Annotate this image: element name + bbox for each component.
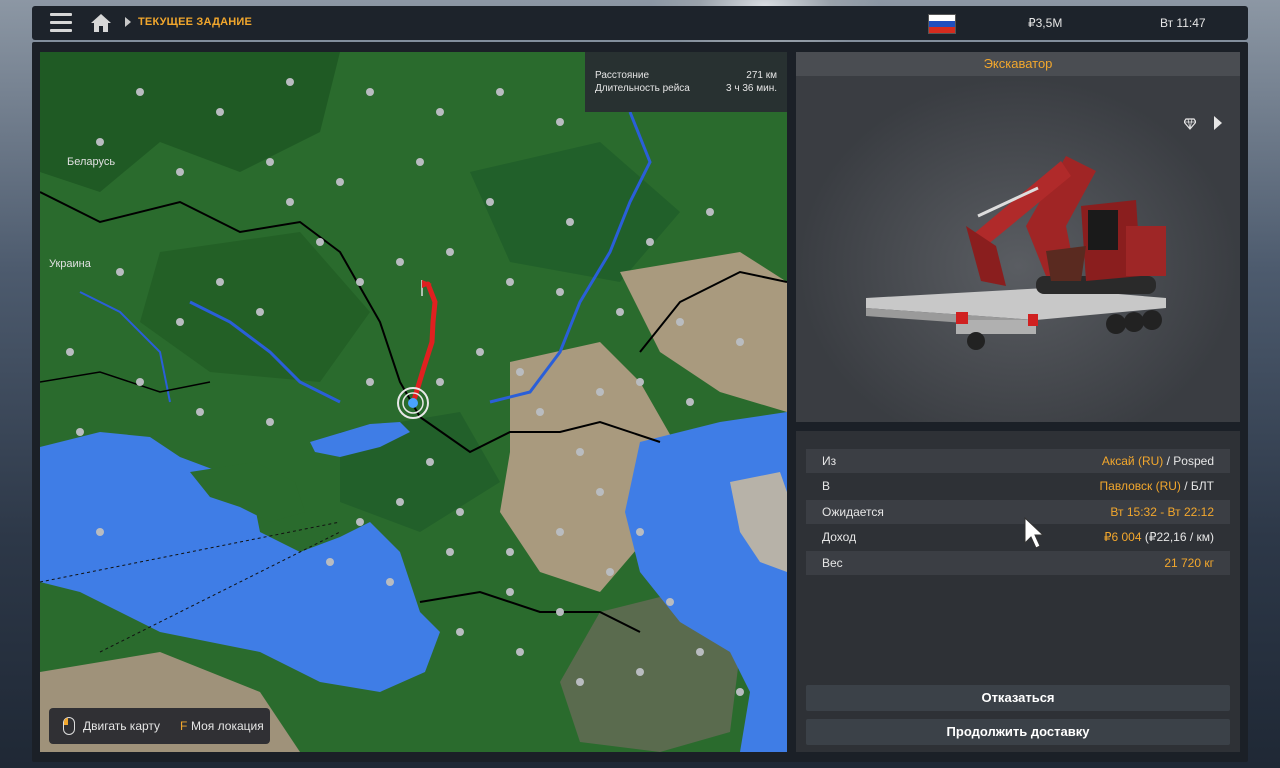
duration-label: Длительность рейса (595, 83, 690, 94)
origin-city: Аксай (RU) (1101, 454, 1164, 468)
distance-label: Расстояние (595, 70, 650, 81)
top-bar: ТЕКУЩЕЕ ЗАДАНИЕ ₽3,5M Вт 11:47 (32, 6, 1248, 40)
map-label-ukraine: Украина (49, 258, 91, 270)
detail-row-weight: Вес 21 720 кг (806, 551, 1230, 575)
cargo-title: Экскаватор (796, 52, 1240, 76)
detail-value: Павловск (RU) / БЛТ (1100, 474, 1214, 498)
map-label-belarus: Беларусь (67, 156, 116, 168)
destination-company: / БЛТ (1180, 479, 1214, 493)
detail-label: В (822, 479, 831, 493)
duration-value: 3 ч 36 мин. (726, 83, 777, 94)
income-amount: ₽6 004 (1103, 530, 1142, 544)
money-balance: ₽3,5M (1028, 16, 1063, 30)
home-icon[interactable] (90, 13, 112, 33)
game-clock: Вт 11:47 (1160, 16, 1206, 30)
cargo-panel: Экскаватор (796, 52, 1240, 422)
route-info-box: Расстояние 271 км Длительность рейса 3 ч… (585, 52, 787, 112)
delivery-window: Вт 15:32 - Вт 22:12 (1110, 505, 1214, 519)
flag-stripe-red (929, 27, 955, 33)
detail-label: Из (822, 454, 837, 468)
my-location-hint[interactable]: Моя локация (191, 719, 264, 733)
detail-row-from: Из Аксай (RU) / Posped (806, 449, 1230, 473)
breadcrumb: ТЕКУЩЕЕ ЗАДАНИЕ (138, 16, 253, 28)
continue-delivery-button[interactable]: Продолжить доставку (806, 719, 1230, 745)
origin-company: / Posped (1163, 454, 1214, 468)
excavator-trailer-image (866, 156, 1166, 350)
detail-value: 21 720 кг (1164, 551, 1214, 575)
detail-label: Доход (822, 530, 857, 544)
duration-row: Длительность рейса 3 ч 36 мин. (595, 83, 777, 94)
cargo-preview (796, 76, 1240, 422)
hamburger-menu-icon[interactable] (50, 13, 74, 33)
income-per-km: (₽22,16 / км) (1141, 530, 1214, 544)
cargo-weight: 21 720 кг (1164, 556, 1214, 570)
map-canvas (40, 52, 787, 752)
distance-row: Расстояние 271 км (595, 70, 777, 81)
mouse-cursor-icon (1024, 517, 1045, 549)
distance-value: 271 км (746, 70, 777, 81)
detail-value: Вт 15:32 - Вт 22:12 (1110, 500, 1214, 524)
country-flag-icon (928, 14, 956, 34)
destination-city: Павловск (RU) (1099, 479, 1181, 493)
job-details-panel: Из Аксай (RU) / Posped В Павловск (RU) /… (796, 431, 1240, 752)
decline-button[interactable]: Отказаться (806, 685, 1230, 711)
mouse-icon (63, 717, 75, 735)
detail-row-to: В Павловск (RU) / БЛТ (806, 474, 1230, 498)
detail-row-income: Доход ₽6 004 (₽22,16 / км) (806, 525, 1230, 549)
detail-label: Ожидается (822, 505, 884, 519)
detail-row-expected: Ожидается Вт 15:32 - Вт 22:12 (806, 500, 1230, 524)
map-controls-hint: Двигать карту F Моя локация (49, 708, 270, 744)
detail-value: Аксай (RU) / Posped (1102, 449, 1214, 473)
detail-value: ₽6 004 (₽22,16 / км) (1104, 525, 1214, 549)
detail-label: Вес (822, 556, 843, 570)
move-map-hint: Двигать карту (83, 719, 161, 733)
location-key: F (180, 719, 188, 733)
breadcrumb-arrow-icon (125, 17, 131, 27)
world-map[interactable]: Беларусь Украина (40, 52, 787, 752)
